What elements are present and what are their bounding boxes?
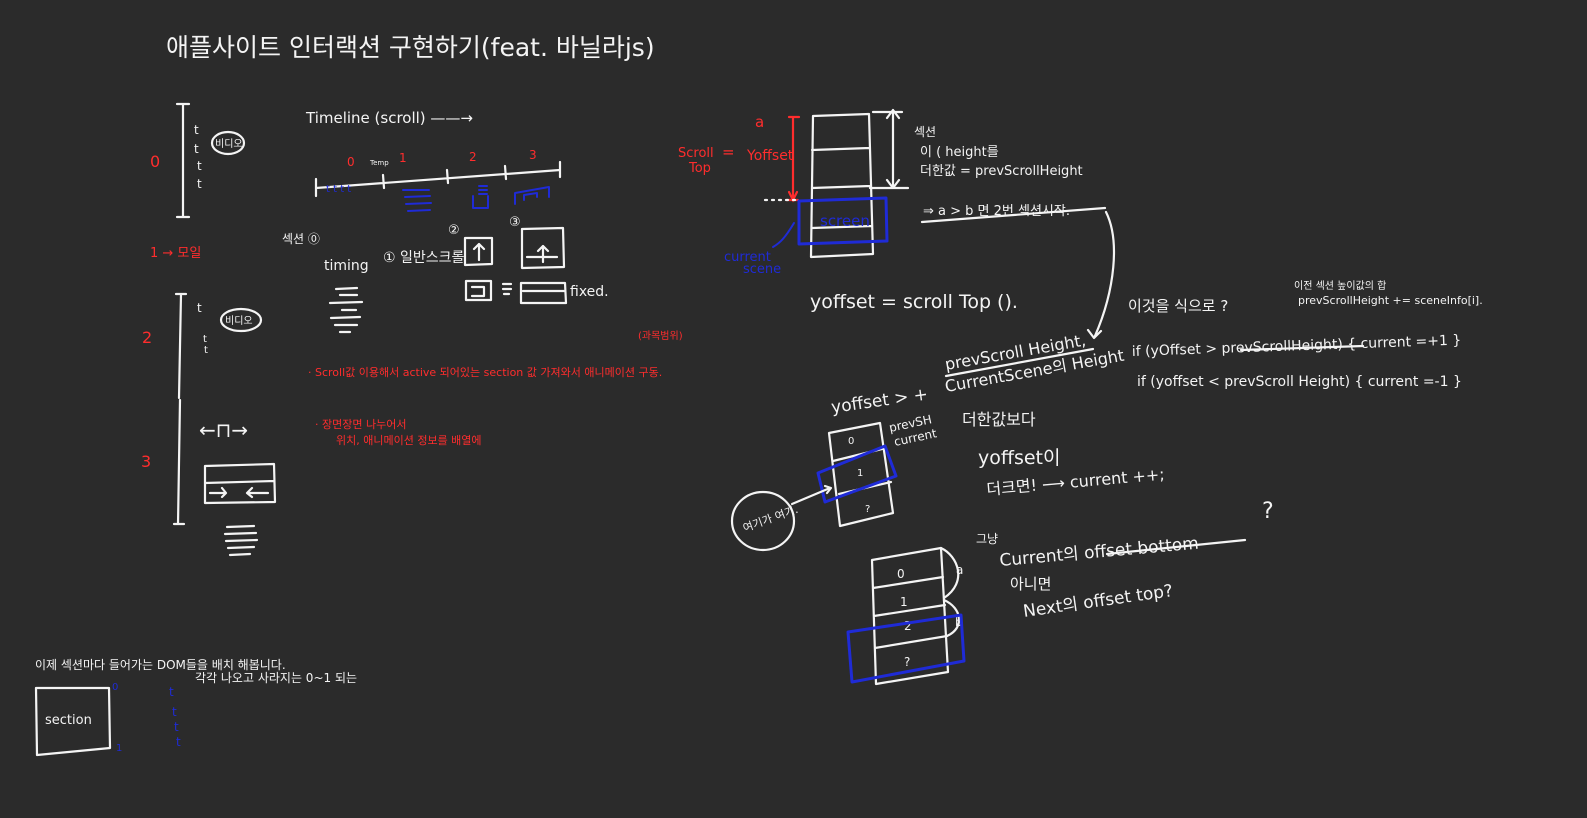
screen-label: screen bbox=[820, 212, 870, 230]
board-title: 애플사이트 인터랙션 구현하기(feat. 바닐라js) bbox=[166, 33, 655, 62]
a-label-2: a bbox=[956, 563, 963, 577]
video-label: 비디오 bbox=[225, 315, 253, 327]
code-line-1: if (yOffset > prevScrollHeight) { curren… bbox=[1132, 333, 1462, 360]
timeline-label-0: 0 bbox=[347, 155, 355, 169]
here-label: 여기가 여기. bbox=[741, 503, 800, 535]
formula-section: yoffset = scroll Top (). prevScroll Heig… bbox=[730, 291, 1166, 552]
tick-t: t bbox=[194, 123, 199, 137]
section-zero: 0 bbox=[112, 682, 118, 693]
num-2: ② bbox=[448, 223, 460, 238]
scene-number-3: 3 bbox=[141, 452, 151, 471]
a-label: a bbox=[755, 113, 764, 131]
timeline-section: Timeline (scroll) ——→ 0 Temp 1 2 3 t t t… bbox=[282, 109, 609, 334]
scroll-mode-label: ① 일반스크롤 bbox=[383, 250, 465, 266]
stack-cell-0: 0 bbox=[848, 436, 854, 447]
blue-tick: t bbox=[176, 735, 181, 749]
timeline-label-1: 1 bbox=[399, 151, 407, 165]
num-3: ③ bbox=[509, 215, 521, 230]
timeline-heading: Timeline (scroll) ——→ bbox=[305, 109, 473, 127]
scene-number-0: 0 bbox=[150, 152, 160, 171]
timeline-label-2: 2 bbox=[469, 150, 477, 164]
tick-t: t bbox=[197, 301, 202, 315]
sum-note-2: yoffset이 bbox=[978, 447, 1060, 469]
range-note: (과목범위) bbox=[638, 329, 683, 342]
red-note-line-3: 위치, 애니메이션 정보를 배열에 bbox=[336, 434, 482, 447]
dom-note: 이제 섹션마다 들어가는 DOM들을 배치 해봅니다. bbox=[35, 658, 286, 672]
timing-label: timing bbox=[324, 258, 369, 274]
note-head: 그냥 bbox=[976, 532, 998, 546]
red-note-line-2: · 장면장면 나누어서 bbox=[315, 418, 406, 431]
section-0-label: 섹션 ⓪ bbox=[282, 232, 320, 246]
yoffset-expr: yoffset > + bbox=[830, 385, 929, 418]
section-note-3: 더한값 = prevScrollHeight bbox=[920, 164, 1083, 179]
stack-cell-q: ? bbox=[865, 504, 870, 515]
note-one: 1 → 모일 bbox=[150, 246, 201, 261]
scroll-top-label-2: Top bbox=[688, 161, 711, 176]
scroll-top-label: Scroll bbox=[678, 146, 714, 161]
stack2-cell-1: 1 bbox=[900, 595, 908, 609]
section-box-label: section bbox=[45, 713, 92, 728]
stack2-cell-0: 0 bbox=[897, 567, 905, 581]
whiteboard: 애플사이트 인터랙션 구현하기(feat. 바닐라js) 0 t t t t 비… bbox=[34, 33, 1483, 757]
tick-t: t bbox=[204, 345, 208, 356]
timeline-label-3: 3 bbox=[529, 148, 537, 162]
blue-tick: t bbox=[174, 720, 179, 734]
stack2-cell-q: ? bbox=[904, 655, 910, 669]
bottom-left-notes: 이제 섹션마다 들어가는 DOM들을 배치 해봅니다. section 0 1 … bbox=[34, 658, 357, 757]
scene-number-2: 2 bbox=[142, 328, 152, 347]
red-note-line-1: · Scroll값 이용해서 active 되어있는 section 값 가져와… bbox=[308, 365, 662, 379]
left-scene-diagram: 0 t t t t 비디오 1 → 모일 2 t t t 비디오 3 ←⊓→ bbox=[141, 102, 277, 557]
code-top-note-2: prevScrollHeight += sceneInfo[i]. bbox=[1298, 294, 1483, 307]
arrow-bracket: ←⊓→ bbox=[199, 418, 248, 442]
tick-t: t bbox=[197, 177, 202, 191]
code-section: 이것을 식으로 ? 이전 섹션 높이값의 합 prevScrollHeight … bbox=[1128, 280, 1483, 390]
scene-label: scene bbox=[743, 262, 781, 277]
section-one: 1 bbox=[116, 743, 122, 754]
tick-t: t bbox=[203, 334, 207, 345]
tick-t: t bbox=[194, 142, 199, 156]
yoffset-red: Yoffset bbox=[746, 148, 794, 164]
sum-note-3: 더크면! ⟶ current ++; bbox=[986, 464, 1166, 499]
code-top-note-1: 이전 섹션 높이값의 합 bbox=[1294, 280, 1386, 292]
sum-note-1: 더한값보다 bbox=[962, 410, 1036, 429]
question-mark: ? bbox=[1262, 499, 1274, 524]
question-label: 이것을 식으로 ? bbox=[1128, 297, 1228, 315]
bottom-right-section: 그냥 Current의 offset bottom ? 아니면 Next의 of… bbox=[846, 499, 1274, 686]
stack-cell-1: 1 bbox=[857, 468, 863, 479]
video-label: 비디오 bbox=[215, 138, 243, 150]
yoffset-equation: yoffset = scroll Top (). bbox=[810, 291, 1018, 313]
section-note-2: 이 ( height를 bbox=[920, 145, 999, 160]
section-note: 섹션 bbox=[914, 125, 936, 139]
equals-sign: = bbox=[722, 143, 735, 161]
tick-t: t bbox=[197, 159, 202, 173]
timeline-small-label: Temp bbox=[369, 159, 389, 167]
timeline-ticks: t t t t bbox=[326, 184, 351, 195]
blue-tick: t bbox=[169, 685, 174, 699]
blue-tick: t bbox=[172, 705, 177, 719]
offset-line-1: Current의 offset bottom bbox=[999, 534, 1200, 571]
each-note: 각각 나오고 사라지는 0~1 되는 bbox=[195, 671, 357, 685]
offset-line-2: 아니면 bbox=[1010, 575, 1051, 593]
code-line-2: if (yoffset < prevScroll Height) { curre… bbox=[1137, 374, 1462, 390]
red-notes: (과목범위) · Scroll값 이용해서 active 되어있는 sectio… bbox=[308, 329, 683, 447]
fixed-label: fixed. bbox=[570, 284, 609, 300]
